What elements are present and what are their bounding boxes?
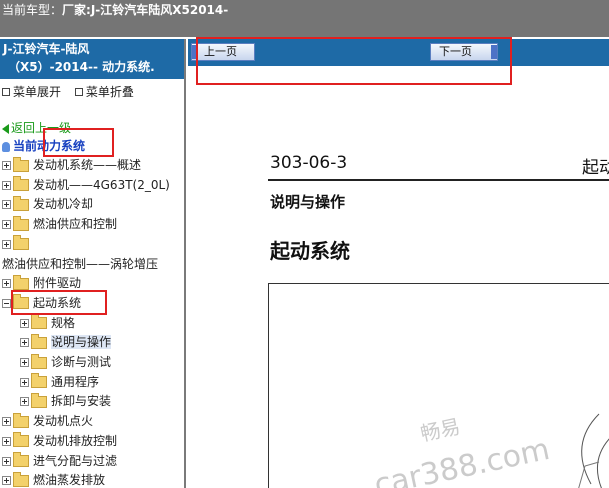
expand-node-icon[interactable] [2, 161, 11, 170]
folder-icon [13, 195, 29, 211]
tree-item-label: 通用程序 [51, 374, 100, 389]
vehicle-info: 当前车型：厂家:J-江铃汽车陆风X52014- [2, 1, 228, 18]
folder-icon [31, 373, 47, 389]
folder-icon [13, 452, 29, 467]
expand-node-icon[interactable] [2, 180, 11, 190]
folder-icon [31, 392, 47, 408]
doc-section-number: 303-06-3 [270, 153, 348, 173]
tree-item[interactable]: 诊断与测试 [20, 352, 111, 372]
tree-item[interactable]: 燃油供应和控制——涡轮增压 [2, 254, 158, 274]
sidebar: J-江铃汽车-陆风 （X5）-2014-- 动力系统. 菜单展开 菜单折叠 返回… [0, 39, 186, 488]
tree-item-label: 发动机冷却 [33, 197, 94, 212]
tree-item-label: 燃油蒸发排放 [33, 473, 106, 488]
menu-options: 菜单展开 菜单折叠 [0, 83, 142, 100]
doc-title: 起动系统 [270, 239, 350, 263]
folder-icon [13, 274, 29, 290]
sidebar-title-line1: J-江铃汽车-陆风 [3, 42, 90, 56]
folder-icon [13, 235, 29, 251]
vehicle-value: 厂家:J-江铃汽车陆风X52014- [62, 3, 229, 17]
collapse-node-icon[interactable] [2, 298, 11, 308]
tree-item[interactable]: 发动机点火 [2, 411, 93, 431]
expand-node-icon[interactable] [2, 200, 11, 210]
vehicle-label: 当前车型： [2, 3, 63, 17]
top-bar: 当前车型：厂家:J-江铃汽车陆风X52014- [0, 0, 609, 37]
document-pane: 上一页 下一页 303-06-3 起动 说明与操作 起动系统 畅易 car388… [188, 39, 609, 488]
back-arrow-icon [2, 123, 9, 134]
tree-item-label: 发动机排放控制 [33, 433, 118, 448]
folder-icon [31, 353, 47, 369]
expand-node-icon[interactable] [20, 358, 29, 367]
tree-item-label: 进气分配与过滤 [33, 453, 118, 468]
tree-item[interactable]: 燃油供应和控制 [2, 214, 117, 234]
highlight-start-system [11, 290, 107, 315]
tree-item-label: 说明与操作 [51, 335, 112, 350]
folder-icon [13, 156, 29, 172]
menu-collapse-label: 菜单折叠 [85, 85, 134, 99]
tree-item-label: 发动机点火 [33, 414, 94, 429]
tree-item-label: 燃油供应和控制 [33, 217, 118, 232]
doc-subtitle: 说明与操作 [270, 193, 346, 211]
expand-node-icon[interactable] [2, 220, 11, 230]
current-label: 当前 [13, 139, 38, 153]
menu-expand-button[interactable]: 菜单展开 [0, 85, 65, 99]
expand-node-icon[interactable] [2, 417, 11, 427]
tree-item[interactable] [2, 234, 33, 254]
tree-item[interactable]: 进气分配与过滤 [2, 451, 117, 471]
folder-icon [13, 215, 29, 231]
expand-node-icon[interactable] [2, 456, 11, 466]
doc-section-tail: 起动 [582, 158, 609, 178]
tree-item[interactable]: 规格 [20, 313, 75, 333]
tree-item[interactable]: 拆卸与安装 [20, 391, 111, 411]
folder-icon [31, 314, 47, 330]
tree-item-label: 发动机系统——概述 [33, 158, 142, 172]
header-rule [268, 179, 609, 181]
folder-icon [13, 471, 29, 487]
collapse-icon [74, 88, 83, 96]
menu-collapse-button[interactable]: 菜单折叠 [73, 85, 138, 99]
expand-node-icon[interactable] [2, 476, 11, 486]
tree-item[interactable]: 发动机——4G63T(2_0L) [2, 175, 170, 195]
tree-item-label: 附件驱动 [33, 276, 82, 291]
highlight-current [43, 128, 114, 157]
tree-item-label: 规格 [51, 315, 76, 330]
tree-item[interactable]: 通用程序 [20, 372, 99, 392]
tree-item[interactable]: 发动机冷却 [2, 194, 93, 214]
tree-item[interactable]: 燃油蒸发排放 [2, 470, 105, 488]
expand-node-icon[interactable] [2, 239, 11, 249]
folder-icon [13, 176, 29, 192]
sidebar-title-line2: （X5）-2014-- 动力系统. [8, 60, 155, 74]
expand-node-icon[interactable] [20, 318, 29, 328]
expand-node-icon[interactable] [20, 377, 29, 387]
tree-item-label: 拆卸与安装 [51, 394, 112, 409]
menu-expand-label: 菜单展开 [13, 85, 62, 99]
tree-item-label: 诊断与测试 [51, 355, 112, 369]
folder-icon [31, 333, 47, 349]
tree-item[interactable]: 发动机排放控制 [2, 431, 117, 451]
highlight-page-nav [196, 37, 512, 85]
expand-icon [2, 88, 10, 96]
folder-icon [13, 412, 29, 428]
expand-node-icon[interactable] [20, 397, 29, 407]
sidebar-title: J-江铃汽车-陆风 （X5）-2014-- 动力系统. [0, 39, 184, 79]
folder-icon [13, 432, 29, 448]
expand-node-icon[interactable] [2, 279, 11, 289]
tree-item[interactable]: 说明与操作 [20, 332, 112, 352]
tree-item-label: 发动机——4G63T(2_0L) [33, 177, 170, 192]
expand-node-icon[interactable] [2, 436, 11, 446]
tree-item[interactable]: 发动机系统——概述 [2, 155, 141, 175]
tree-item-label: 燃油供应和控制——涡轮增压 [2, 256, 159, 271]
expand-node-icon[interactable] [20, 338, 29, 348]
location-icon [2, 141, 10, 152]
